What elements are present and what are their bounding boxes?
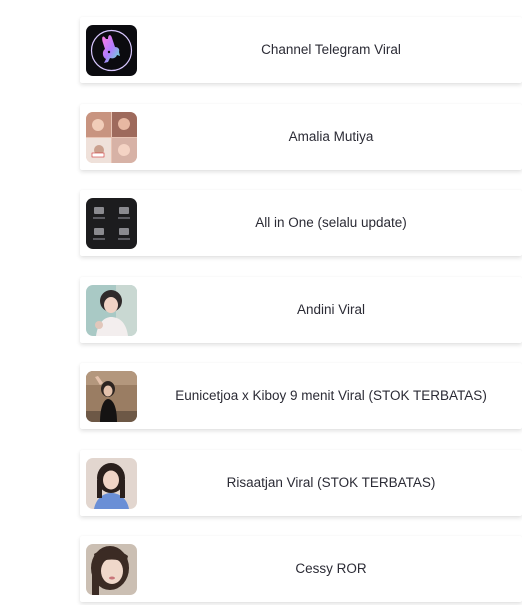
portrait-thumbnail-icon: [86, 544, 137, 595]
link-button-channel-telegram-viral[interactable]: Channel Telegram Viral: [80, 17, 522, 83]
link-label: Andini Viral: [296, 302, 366, 317]
portrait-thumbnail-icon: [86, 371, 137, 422]
link-button-risaatjan-viral[interactable]: Risaatjan Viral (STOK TERBATAS): [80, 450, 522, 516]
link-label: Channel Telegram Viral: [261, 42, 401, 57]
photo-collage-thumbnail-icon: [86, 112, 137, 163]
link-label: Eunicetjoa x Kiboy 9 menit Viral (STOK T…: [175, 388, 487, 403]
link-button-cessy-ror[interactable]: Cessy ROR: [80, 536, 522, 602]
link-button-eunicetjoa-kiboy[interactable]: Eunicetjoa x Kiboy 9 menit Viral (STOK T…: [80, 363, 522, 429]
link-button-amalia-mutiya[interactable]: Amalia Mutiya: [80, 104, 522, 170]
playboy-bunny-logo-icon: [86, 25, 137, 76]
link-button-all-in-one[interactable]: All in One (selalu update): [80, 190, 522, 256]
link-label: Cessy ROR: [295, 561, 367, 576]
link-button-andini-viral[interactable]: Andini Viral: [80, 277, 522, 343]
link-label: All in One (selalu update): [255, 215, 407, 230]
portrait-thumbnail-icon: [86, 458, 137, 509]
portrait-thumbnail-icon: [86, 285, 137, 336]
folder-grid-thumbnail-icon: [86, 198, 137, 249]
link-label: Amalia Mutiya: [288, 129, 374, 144]
link-label: Risaatjan Viral (STOK TERBATAS): [226, 475, 436, 490]
